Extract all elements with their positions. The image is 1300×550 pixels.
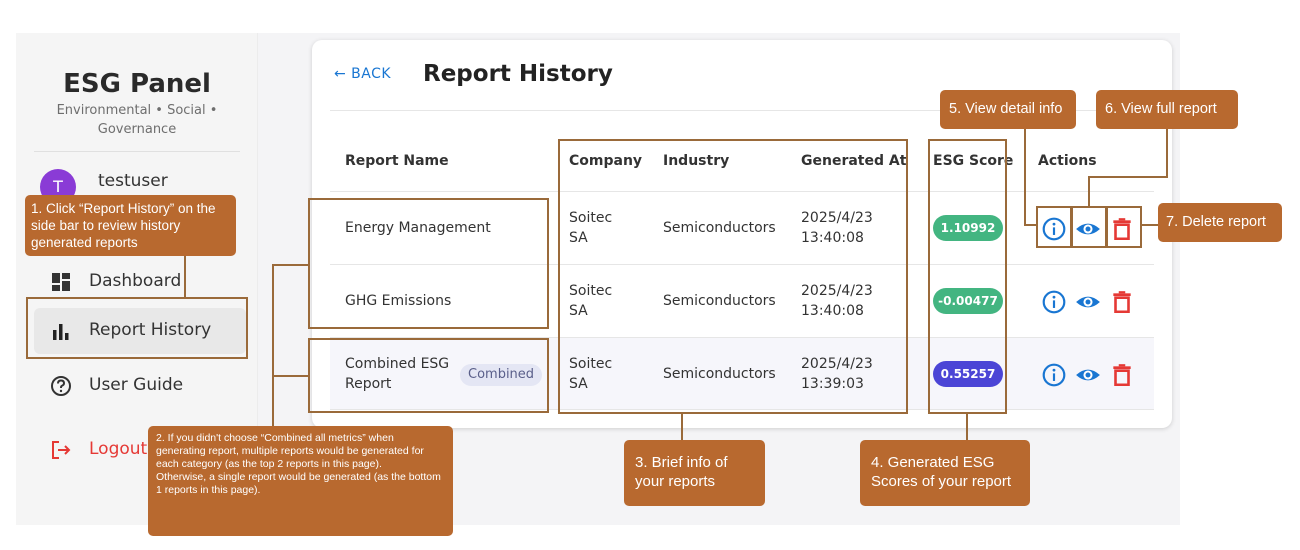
- connector-line: [1024, 224, 1036, 226]
- trash-icon[interactable]: [1109, 362, 1135, 388]
- callout-step-4: 4. Generated ESG Scores of your report: [860, 440, 1030, 506]
- connector-line: [1166, 129, 1168, 177]
- callout-step-6: 6. View full report: [1096, 90, 1238, 129]
- column-header-report-name: Report Name: [345, 153, 449, 169]
- callout-step-3: 3. Brief info of your reports: [624, 440, 765, 506]
- highlight-info-button: [1036, 206, 1072, 248]
- connector-line: [1088, 176, 1168, 178]
- sidebar-item-user-guide[interactable]: User Guide: [34, 363, 246, 409]
- info-icon[interactable]: [1041, 289, 1067, 315]
- connector-line: [1142, 224, 1158, 226]
- connector-line: [272, 264, 274, 428]
- highlight-esg-scores: [928, 139, 1007, 414]
- connector-line: [1088, 176, 1090, 206]
- sidebar-item-label: Dashboard: [89, 271, 182, 291]
- info-icon[interactable]: [1041, 362, 1067, 388]
- callout-step-2: 2. If you didn't choose “Combined all me…: [148, 426, 453, 536]
- connector-line: [1024, 129, 1026, 224]
- trash-icon[interactable]: [1109, 289, 1135, 315]
- sidebar-item-label: User Guide: [89, 375, 184, 395]
- username: testuser: [98, 171, 168, 191]
- highlight-delete-button: [1106, 206, 1142, 248]
- sidebar-item-label: Logout: [89, 439, 148, 459]
- page-title: Report History: [423, 61, 613, 87]
- callout-step-5: 5. View detail info: [940, 90, 1076, 129]
- highlight-brief-info: [558, 139, 908, 414]
- back-button[interactable]: ← BACK: [334, 66, 391, 82]
- help-circle-icon: [51, 376, 71, 396]
- highlight-view-button: [1071, 206, 1107, 248]
- highlight-category-reports: [308, 198, 549, 329]
- dashboard-icon: [52, 273, 70, 291]
- connector-line: [272, 264, 308, 266]
- brand-subtitle: Environmental • Social • Governance: [56, 103, 218, 137]
- eye-icon[interactable]: [1075, 289, 1101, 315]
- sidebar-divider: [34, 151, 240, 152]
- column-header-actions: Actions: [1038, 153, 1097, 169]
- highlight-combined-report: [308, 338, 549, 413]
- connector-line: [681, 414, 683, 440]
- brand-title: ESG Panel: [63, 69, 211, 99]
- callout-step-7: 7. Delete report: [1158, 203, 1282, 242]
- callout-step-1: 1. Click “Report History” on the side ba…: [25, 195, 236, 256]
- connector-line: [272, 375, 308, 377]
- logout-icon: [52, 441, 71, 459]
- highlight-report-history: [26, 297, 248, 359]
- eye-icon[interactable]: [1075, 362, 1101, 388]
- connector-line: [966, 414, 968, 440]
- connector-line: [184, 256, 186, 297]
